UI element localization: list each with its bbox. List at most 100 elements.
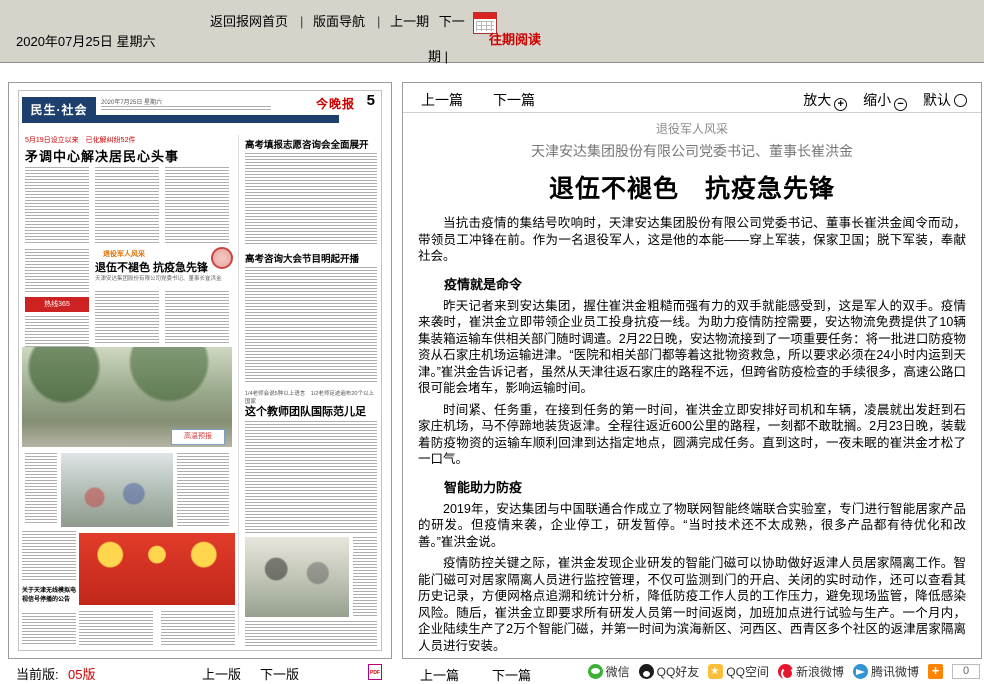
prev-article-link[interactable]: 上一篇 [421,90,463,110]
nav-prev-issue-link[interactable]: 上一期 [390,14,429,29]
text-lines [95,167,159,243]
thumb-a3-kicker: 退役军人风采 [103,249,145,259]
share-label: QQ好友 [657,663,700,680]
text-lines [22,613,76,645]
pdf-download-icon[interactable]: PDF [368,664,382,680]
thumb-a2-headline: 高考填报志愿咨询会全面展开 [245,137,377,151]
zoom-default-label[interactable]: 默认 [923,92,951,108]
umbrella-crowd-photo [61,453,173,527]
tencent-weibo-icon [853,664,868,679]
article-section-heading: 疫情就是命令 [418,274,966,293]
share-more-button[interactable]: + [928,664,943,679]
text-lines [165,167,229,243]
text-lines [245,267,377,383]
article-subtitle: 天津安达集团股份有限公司党委书记、董事长崔洪金 [418,141,966,161]
article-toolbar: 上一篇 下一篇 放大 缩小 默认 [403,83,981,113]
nav-next-issue-link[interactable]: 下一 [439,14,465,29]
masthead-band [96,115,339,123]
thumb-a4-headline: 高考咨询大会节目明起开播 [245,251,377,265]
zoom-in-label[interactable]: 放大 [803,92,831,108]
share-label: 微信 [606,663,630,680]
article-body: 当抗击疫情的集结号吹响时，天津安达集团股份有限公司党委书记、董事长崔洪金闻令而动… [418,215,966,657]
article-kicker: 退役军人风采 [418,120,966,137]
thumb-a3-subtitle: 天津安达集团股份有限公司党委书记、董事长崔洪金 [95,274,231,282]
thumb-hotline-box: 热线365 [25,297,89,312]
text-lines [161,611,235,645]
thumb-a1-headline: 矛调中心解决居民心头事 [25,146,179,165]
nav-home-link[interactable]: 返回报网首页 [210,14,288,29]
text-lines [25,167,89,243]
article-paragraph: 昨天记者来到安达集团，握住崔洪金粗糙而强有力的双手就能感受到，这是军人的双手。疫… [418,298,966,397]
article-panel: 上一篇 下一篇 放大 缩小 默认 退役军人风采 天津安达集团股份有限公司党委书记… [402,82,982,659]
thumb-paper-name: 今晚报 [316,95,355,112]
issue-date: 2020年07月25日 星期六 [16,31,155,50]
zoom-default-icon[interactable] [954,94,967,107]
wechat-icon [588,664,603,679]
share-count: 0 [952,664,980,679]
sina-weibo-icon [778,664,793,679]
share-label: 新浪微博 [796,663,844,680]
text-lines [177,453,229,527]
top-nav: 返回报网首页 | 版面导航 | 上一期 下一 [210,11,503,34]
article-paragraph: 当抗击疫情的集结号吹响时，天津安达集团股份有限公司党委书记、董事长崔洪金闻令而动… [418,215,966,265]
article-paragraph: 2019年，安达集团与中国联通合作成立了物联网智能终端联合实验室，专门进行智能居… [418,501,966,551]
thumbnail-footer: 当前版: 05版 上一版 下一版 PDF [8,664,392,682]
share-wechat-button[interactable]: 微信 [588,663,630,680]
share-qzone-button[interactable]: QQ空间 [708,663,769,680]
article-paragraph: 疫情防控关键之际，崔洪金发现企业研发的智能门磁可以协助做好返津人员居家隔离工作。… [418,555,966,654]
article-paragraph: 时间紧、任务重，在接到任务的第一时间，崔洪金立即安排好司机和车辆，凌晨就出发赶到… [418,402,966,468]
nav-past-issues-link[interactable]: 往期阅读 [489,29,541,48]
column-divider [238,135,239,635]
text-lines [245,153,377,245]
classroom-photo [245,537,349,617]
zoom-controls: 放大 缩小 默认 [803,90,967,111]
current-page-label: 当前版: [16,664,59,683]
share-sina-weibo-button[interactable]: 新浪微博 [778,663,844,680]
text-lines [22,531,76,581]
next-article-link-bottom[interactable]: 下一篇 [492,665,531,684]
zoom-out-icon[interactable] [894,98,907,111]
top-bar: 返回报网首页 | 版面导航 | 上一期 下一 往期阅读 期 | 2020年07月25… [0,0,984,63]
thumb-a6-headline: 关于天津无线模拟电视信号停播的公告 [22,585,78,603]
prev-article-link-bottom[interactable]: 上一篇 [420,665,459,684]
page-thumbnail-panel: 民生·社会 2020年7月25日 星期六 今晚报 5 5月19日设立以来 已化解… [8,82,392,659]
thumb-a5-headline: 这个教师团队国际范儿足 [245,403,377,419]
zoom-out-label[interactable]: 缩小 [863,92,891,108]
advertisement-block [79,533,235,605]
text-lines [25,249,89,293]
thumb-page-number: 5 [367,92,375,109]
text-lines [245,421,377,533]
nav-next-issue-link-wrap[interactable]: 期 | [428,46,448,65]
text-lines [95,291,159,343]
newspaper-page-thumbnail[interactable]: 民生·社会 2020年7月25日 星期六 今晚报 5 5月19日设立以来 已化解… [18,90,382,651]
next-article-link[interactable]: 下一篇 [493,90,535,110]
text-lines [79,611,153,645]
thumb-a1-kicker: 5月19日设立以来 已化解纠纷52件 [25,135,135,145]
share-icons-group: 微信 QQ好友 QQ空间 新浪微博 腾讯微博 + 0 [588,663,980,680]
share-qq-friend-button[interactable]: QQ好友 [639,663,700,680]
prev-page-link[interactable]: 上一版 [202,664,241,683]
nav-separator: | [377,14,380,29]
current-page-value: 05版 [68,664,95,683]
nav-separator: | [300,14,303,29]
red-seal-icon [211,247,233,269]
share-label: 腾讯微博 [871,663,919,680]
next-page-link[interactable]: 下一版 [260,664,299,683]
thumb-section-label: 民生·社会 [22,97,96,123]
qzone-star-icon [708,664,723,679]
text-lines [245,621,377,647]
share-tencent-weibo-button[interactable]: 腾讯微博 [853,663,919,680]
zoom-in-icon[interactable] [834,98,847,111]
thumb-date-line: 2020年7月25日 星期六 [101,97,162,106]
qq-penguin-icon [639,664,654,679]
nav-layout-link[interactable]: 版面导航 [313,14,365,29]
article-section-heading: 智能助力防疫 [418,477,966,496]
text-lines [165,291,229,343]
text-lines [25,453,57,523]
thumb-weather-box: 高温预报 [171,429,225,445]
text-lines [101,106,271,112]
article-view: 退役军人风采 天津安达集团股份有限公司党委书记、董事长崔洪金 退伍不褪色 抗疫急… [404,114,980,657]
text-lines [353,537,377,617]
share-bar: 上一篇 下一篇 微信 QQ好友 QQ空间 新浪微博 腾讯微博 + 0 [402,663,982,683]
share-label: QQ空间 [726,663,769,680]
